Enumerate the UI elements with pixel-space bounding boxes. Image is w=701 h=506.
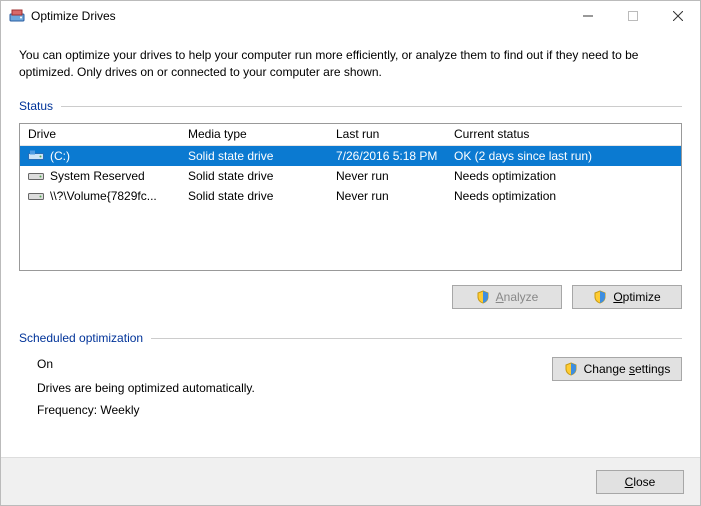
drive-name: System Reserved xyxy=(50,169,145,183)
schedule-line: Drives are being optimized automatically… xyxy=(37,381,255,395)
drive-icon xyxy=(28,170,44,182)
divider xyxy=(151,338,682,339)
shield-icon xyxy=(564,362,578,376)
media-type: Solid state drive xyxy=(180,169,328,183)
footer-bar: Close xyxy=(1,457,700,505)
scheduled-section-label: Scheduled optimization xyxy=(19,331,143,345)
content-area: You can optimize your drives to help you… xyxy=(1,31,700,425)
media-type: Solid state drive xyxy=(180,189,328,203)
change-settings-button[interactable]: Change settings xyxy=(552,357,682,381)
last-run: Never run xyxy=(328,189,446,203)
optimize-button[interactable]: Optimize xyxy=(572,285,682,309)
drive-icon xyxy=(28,190,44,202)
column-header-drive[interactable]: Drive xyxy=(20,127,180,141)
current-status: Needs optimization xyxy=(446,189,681,203)
last-run: 7/26/2016 5:18 PM xyxy=(328,149,446,163)
divider xyxy=(61,106,682,107)
status-section-label: Status xyxy=(19,99,53,113)
table-row[interactable]: System Reserved Solid state drive Never … xyxy=(20,166,681,186)
drive-name: (C:) xyxy=(50,149,70,163)
current-status: OK (2 days since last run) xyxy=(446,149,681,163)
description-text: You can optimize your drives to help you… xyxy=(19,47,682,81)
drives-table: Drive Media type Last run Current status… xyxy=(19,123,682,271)
shield-icon xyxy=(593,290,607,304)
table-row[interactable]: (C:) Solid state drive 7/26/2016 5:18 PM… xyxy=(20,146,681,166)
last-run: Never run xyxy=(328,169,446,183)
table-header: Drive Media type Last run Current status xyxy=(20,124,681,146)
app-icon xyxy=(9,8,25,24)
table-row[interactable]: \\?\Volume{7829fc... Solid state drive N… xyxy=(20,186,681,206)
column-header-media[interactable]: Media type xyxy=(180,127,328,141)
column-header-status[interactable]: Current status xyxy=(446,127,681,141)
titlebar: Optimize Drives xyxy=(1,1,700,31)
window-title: Optimize Drives xyxy=(31,9,116,23)
media-type: Solid state drive xyxy=(180,149,328,163)
window-close-button[interactable] xyxy=(655,1,700,31)
close-button[interactable]: Close xyxy=(596,470,684,494)
schedule-state: On xyxy=(37,357,255,371)
analyze-button[interactable]: Analyze xyxy=(452,285,562,309)
maximize-button xyxy=(610,1,655,31)
drive-name: \\?\Volume{7829fc... xyxy=(50,189,157,203)
shield-icon xyxy=(476,290,490,304)
schedule-line: Frequency: Weekly xyxy=(37,403,255,417)
column-header-last-run[interactable]: Last run xyxy=(328,127,446,141)
minimize-button[interactable] xyxy=(565,1,610,31)
current-status: Needs optimization xyxy=(446,169,681,183)
drive-os-icon xyxy=(28,150,44,162)
schedule-info: On Drives are being optimized automatica… xyxy=(19,357,255,425)
